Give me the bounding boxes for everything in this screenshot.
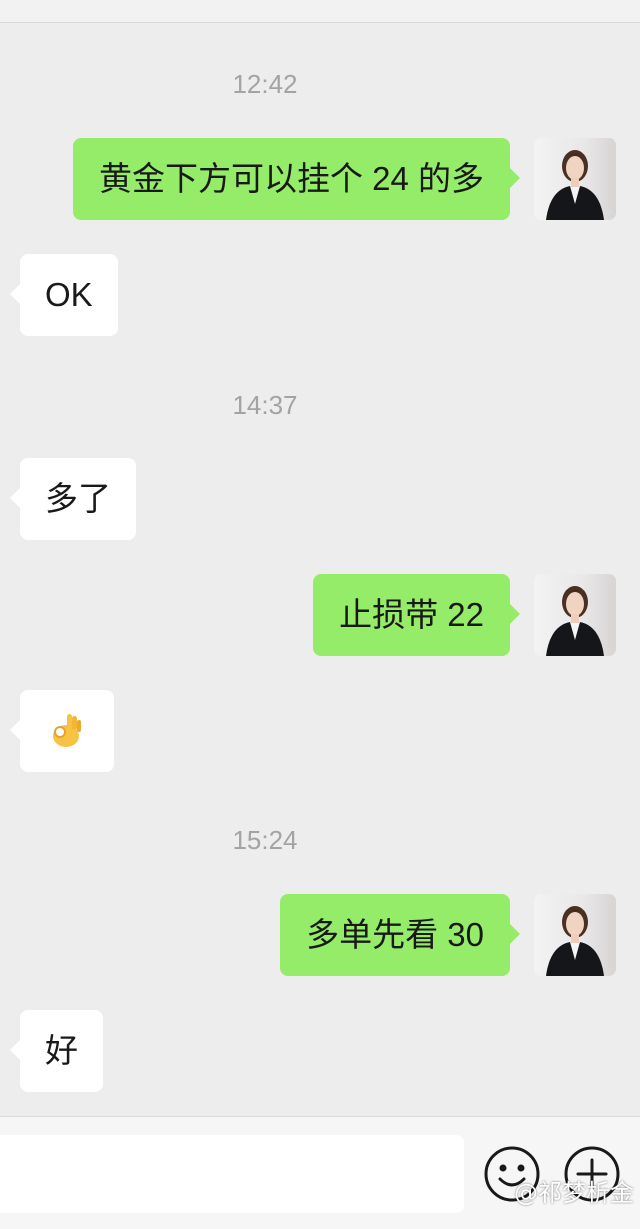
watermark: @祁梦析金 — [514, 1179, 634, 1207]
timestamp: 15:24 — [232, 825, 298, 855]
received-message[interactable]: 多了 — [10, 458, 136, 540]
received-message[interactable]: 好 — [10, 1010, 103, 1092]
timestamp: 14:37 — [232, 390, 298, 420]
message-input[interactable] — [0, 1135, 464, 1213]
ok-hand-emoji-icon — [53, 714, 81, 748]
user-avatar[interactable] — [534, 138, 616, 220]
received-message[interactable]: OK — [10, 254, 118, 336]
sent-message[interactable]: 止损带 22 — [313, 574, 520, 656]
sent-message[interactable]: 多单先看 30 — [280, 894, 520, 976]
person-avatar-icon — [546, 906, 604, 976]
person-avatar-icon — [546, 586, 604, 656]
person-avatar-icon — [546, 150, 604, 220]
user-avatar[interactable] — [534, 894, 616, 976]
user-avatar[interactable] — [534, 574, 616, 656]
received-message[interactable] — [10, 690, 114, 772]
top-divider — [0, 0, 640, 23]
timestamp: 12:42 — [232, 69, 298, 99]
sent-message[interactable]: 黄金下方可以挂个 24 的多 — [72, 138, 521, 220]
